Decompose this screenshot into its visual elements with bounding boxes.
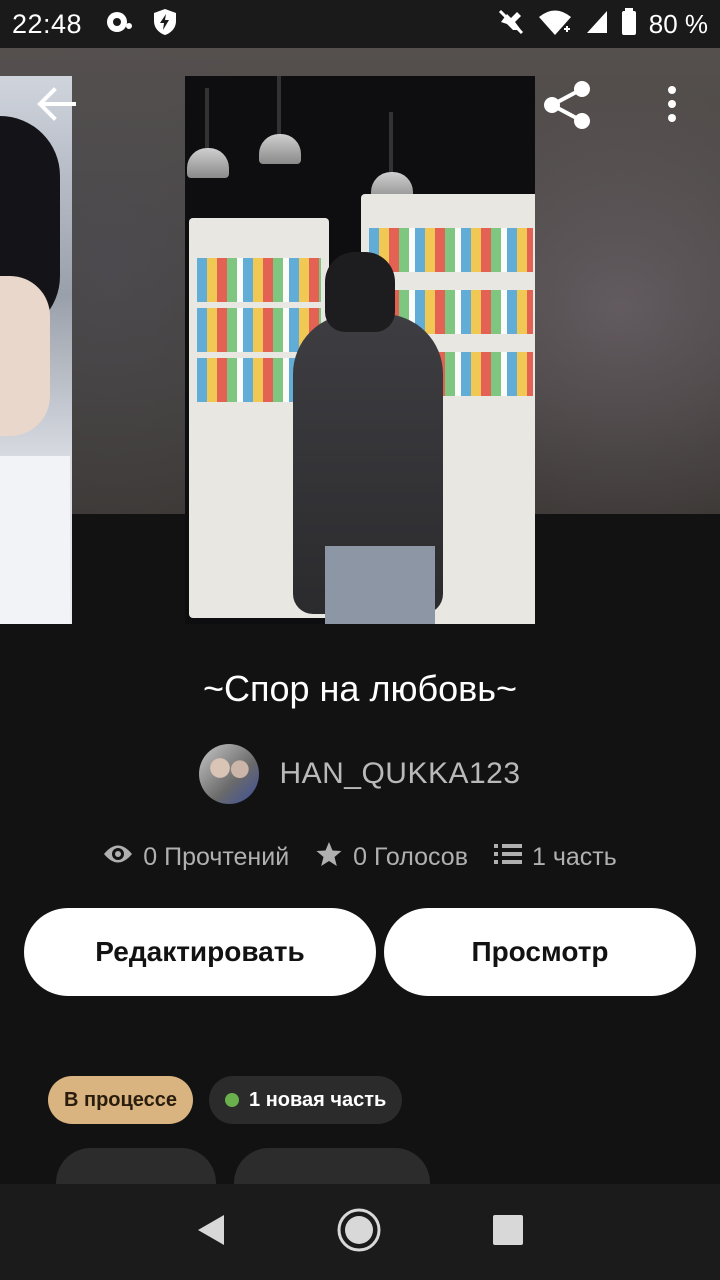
shield-bolt-icon [152, 8, 178, 41]
eye-icon [103, 843, 133, 872]
back-nav-icon[interactable] [196, 1213, 226, 1252]
view-button[interactable]: Просмотр [384, 908, 696, 996]
more-vertical-icon[interactable] [664, 86, 680, 127]
author-name[interactable]: HAN_QUKKA123 [279, 757, 520, 791]
system-nav-bar [0, 1184, 720, 1280]
votes-count: 0 Голосов [353, 843, 468, 871]
star-icon [315, 840, 343, 875]
author-row[interactable]: HAN_QUKKA123 [0, 744, 720, 804]
parts-stat: 1 часть [493, 842, 617, 873]
status-left-icons [104, 8, 178, 41]
reads-count: 0 Прочтений [143, 843, 290, 871]
story-cover-image[interactable] [185, 76, 535, 624]
status-right-icons: 80 % [497, 7, 708, 41]
home-nav-icon[interactable] [336, 1207, 382, 1258]
new-part-badge: 1 новая часть [209, 1076, 403, 1124]
story-details-screen: 22:48 80 % ~Спор на любовь~ HAN_QUKKA123… [0, 0, 720, 1280]
battery-icon [621, 7, 637, 41]
story-title: ~Спор на любовь~ [202, 668, 517, 709]
signal-icon [585, 9, 609, 40]
edit-button[interactable]: Редактировать [24, 908, 376, 996]
previous-story-cover[interactable] [0, 76, 72, 624]
arrow-left-icon[interactable] [36, 86, 76, 127]
story-tags: В процессе 1 новая часть [48, 1076, 403, 1124]
recents-nav-icon[interactable] [492, 1214, 524, 1251]
share-icon[interactable] [542, 80, 594, 135]
votes-stat: 0 Голосов [315, 840, 468, 875]
new-dot-icon [225, 1093, 240, 1107]
no-sound-icon [497, 8, 525, 41]
new-part-label: 1 новая часть [249, 1088, 387, 1111]
status-bar: 22:48 80 % [0, 0, 720, 48]
status-badge: В процессе [48, 1076, 194, 1124]
parts-count: 1 часть [531, 843, 617, 871]
status-time: 22:48 [12, 8, 83, 39]
vpn-key-icon [104, 9, 134, 40]
story-stats: 0 Прочтений 0 Голосов 1 часть [0, 840, 720, 875]
wifi-icon [537, 8, 573, 41]
reads-stat: 0 Прочтений [103, 843, 289, 872]
battery-percent: 80 % [648, 8, 708, 39]
list-icon [493, 842, 522, 873]
avatar[interactable] [199, 744, 260, 804]
